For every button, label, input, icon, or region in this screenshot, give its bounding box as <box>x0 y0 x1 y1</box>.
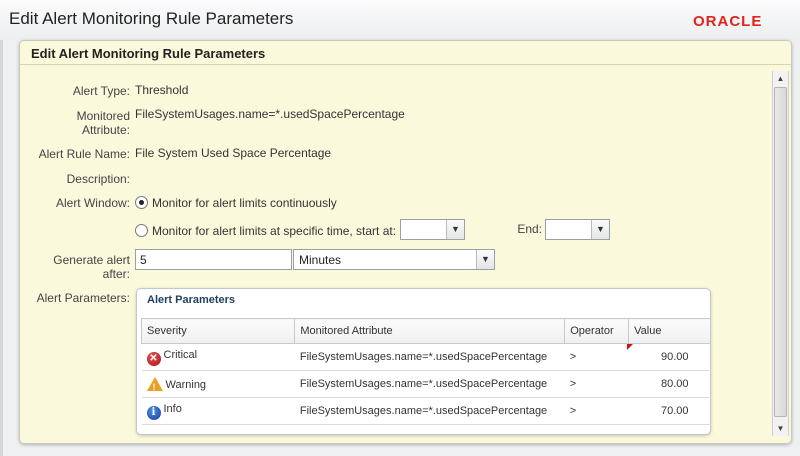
alert-parameters-title: Alert Parameters <box>147 294 236 306</box>
attribute-cell: FileSystemUsages.name=*.usedSpacePercent… <box>294 370 565 398</box>
start-time-select[interactable]: ▼ <box>400 219 465 240</box>
scroll-down-icon[interactable]: ▼ <box>773 421 788 436</box>
monitored-attribute-label-line2: Attribute: <box>81 123 130 137</box>
column-header-monitored-attribute[interactable]: Monitored Attribute <box>294 318 566 344</box>
column-header-operator[interactable]: Operator <box>564 318 630 344</box>
generate-alert-label-line2: after: <box>102 267 130 281</box>
time-unit-value: Minutes <box>299 253 342 267</box>
warning-icon: ! <box>146 377 163 392</box>
monitor-continuously-radio[interactable] <box>135 196 148 209</box>
severity-cell: ! Warning <box>141 370 295 398</box>
time-unit-select[interactable]: Minutes ▼ <box>293 249 495 270</box>
panel-title: Edit Alert Monitoring Rule Parameters <box>31 46 266 61</box>
chevron-down-icon[interactable]: ▼ <box>446 220 464 239</box>
alert-type-value: Threshold <box>135 83 189 97</box>
monitored-attribute-value: FileSystemUsages.name=*.usedSpacePercent… <box>135 107 405 121</box>
end-time-select[interactable]: ▼ <box>545 219 610 240</box>
alert-rule-name-label: Alert Rule Name: <box>38 147 130 161</box>
attribute-cell: FileSystemUsages.name=*.usedSpacePercent… <box>294 397 565 425</box>
chevron-down-icon[interactable]: ▼ <box>476 250 494 269</box>
monitor-specific-time-label[interactable]: Monitor for alert limits at specific tim… <box>152 224 396 238</box>
column-header-value[interactable]: Value <box>628 318 711 344</box>
chevron-down-icon[interactable]: ▼ <box>591 220 609 239</box>
description-label: Description: <box>66 172 130 186</box>
alert-rule-name-value: File System Used Space Percentage <box>135 146 332 160</box>
panel-header: Edit Alert Monitoring Rule Parameters <box>20 41 791 65</box>
monitor-specific-time-radio[interactable] <box>135 224 148 237</box>
severity-label: Warning <box>165 379 207 391</box>
operator-cell: > <box>564 397 629 425</box>
monitor-continuously-label[interactable]: Monitor for alert limits continuously <box>152 196 337 210</box>
operator-cell: > <box>564 370 629 398</box>
attribute-cell: FileSystemUsages.name=*.usedSpacePercent… <box>294 343 565 371</box>
info-icon: i <box>146 405 161 420</box>
alert-parameters-label: Alert Parameters: <box>36 291 130 305</box>
table-row[interactable]: ✕ Critical FileSystemUsages.name=*.usedSp… <box>141 343 711 371</box>
table-row[interactable]: ! Warning FileSystemUsages.name=*.usedSpa… <box>141 370 711 398</box>
value-cell[interactable]: 90.00 <box>628 343 711 371</box>
end-label: End: <box>517 222 542 236</box>
scroll-thumb[interactable] <box>774 87 787 417</box>
alert-window-label: Alert Window: <box>55 196 130 210</box>
left-edge <box>0 40 3 456</box>
oracle-logo: ORACLE <box>693 13 763 30</box>
severity-cell: ✕ Critical <box>141 343 295 371</box>
severity-cell: i Info <box>141 397 295 425</box>
window-title: Edit Alert Monitoring Rule Parameters <box>9 9 294 28</box>
vertical-scrollbar[interactable]: ▲ ▼ <box>772 71 789 436</box>
monitored-attribute-label-line1: Monitored <box>76 109 130 123</box>
alert-parameters-box: Alert Parameters Severity Monitored Attr… <box>136 288 711 435</box>
critical-icon: ✕ <box>146 351 161 366</box>
alert-parameters-table: Severity Monitored Attribute Operator Va… <box>140 318 711 425</box>
operator-cell: > <box>564 343 629 371</box>
value-cell[interactable]: 70.00 <box>628 397 711 425</box>
generate-alert-label-line1: Generate alert <box>53 253 130 267</box>
table-row[interactable]: i Info FileSystemUsages.name=*.usedSpaceP… <box>141 397 711 425</box>
scroll-up-icon[interactable]: ▲ <box>773 71 788 86</box>
severity-label: Info <box>163 402 182 415</box>
value-cell[interactable]: 80.00 <box>628 370 711 398</box>
severity-label: Critical <box>163 348 198 361</box>
alert-type-label: Alert Type: <box>72 84 130 98</box>
column-header-severity[interactable]: Severity <box>140 318 296 344</box>
modified-flag-icon <box>627 344 633 350</box>
title-bar: Edit Alert Monitoring Rule Parameters OR… <box>0 0 800 40</box>
generate-alert-after-input[interactable]: 5 <box>135 249 292 270</box>
